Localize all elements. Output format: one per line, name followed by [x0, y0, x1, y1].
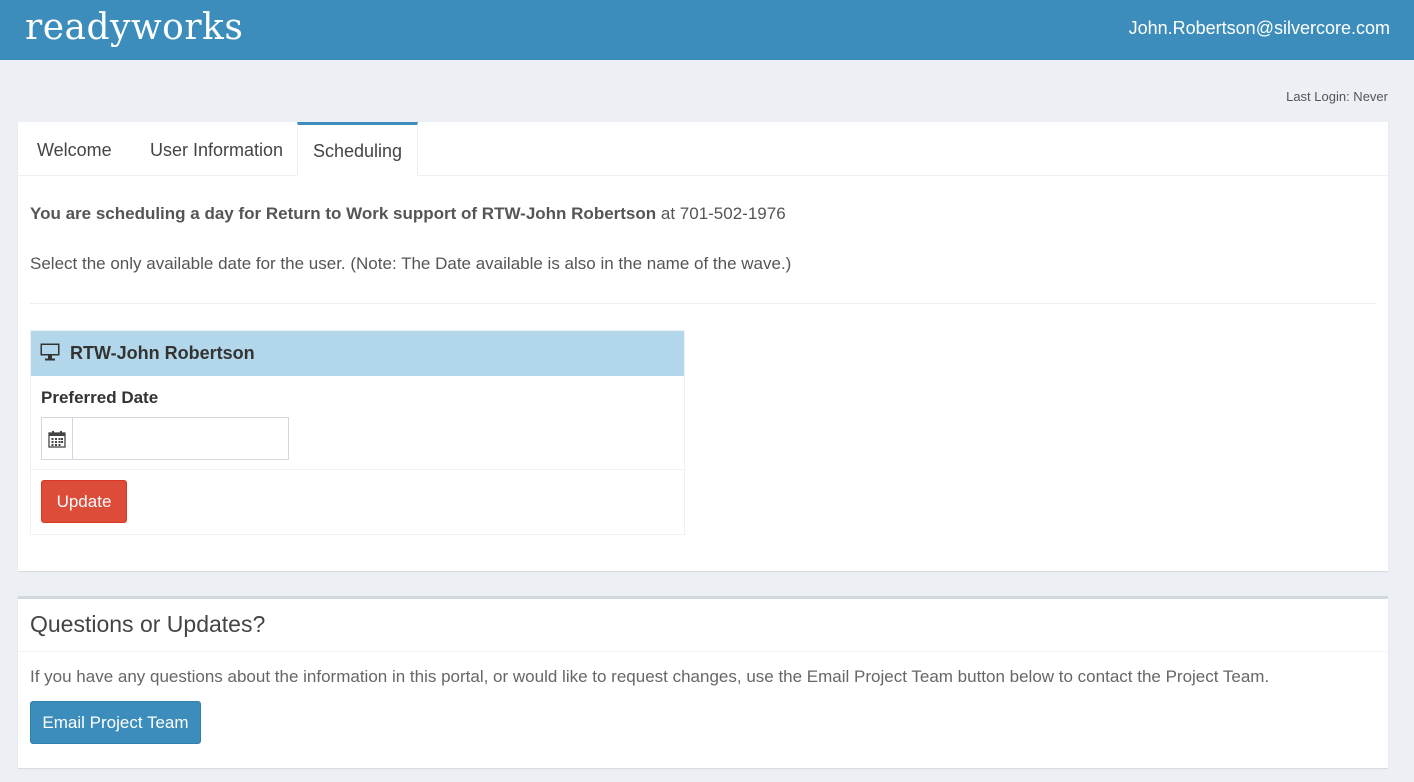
- tab-scheduling[interactable]: Scheduling: [297, 122, 418, 177]
- scheduling-instruction: Select the only available date for the u…: [30, 254, 792, 273]
- panel-separator: [31, 469, 684, 470]
- tab-user-information[interactable]: User Information: [150, 122, 283, 176]
- questions-title: Questions or Updates?: [30, 611, 266, 637]
- scheduling-intro-bold: You are scheduling a day for Return to W…: [30, 204, 657, 223]
- scheduling-intro-phone: at 701-502-1976: [656, 204, 786, 223]
- preferred-date-group: [41, 417, 289, 460]
- tab-bar: Welcome User Information Scheduling: [18, 122, 1388, 177]
- desktop-icon: [40, 343, 60, 361]
- preferred-date-label: Preferred Date: [41, 388, 159, 407]
- calendar-icon[interactable]: [42, 418, 73, 459]
- scheduling-intro: You are scheduling a day for Return to W…: [30, 204, 786, 224]
- email-project-team-button[interactable]: Email Project Team: [30, 701, 201, 744]
- preferred-date-input[interactable]: [73, 418, 288, 459]
- questions-header: Questions or Updates?: [18, 599, 1388, 652]
- tab-panel: Welcome User Information Scheduling You …: [18, 122, 1388, 571]
- questions-box: Questions or Updates? If you have any qu…: [18, 596, 1388, 768]
- divider: [30, 303, 1376, 304]
- readyworks-logo[interactable]: readyworks: [25, 6, 243, 50]
- update-button[interactable]: Update: [41, 480, 127, 523]
- last-login-text: Last Login: Never: [1286, 89, 1388, 104]
- device-header: RTW-John Robertson: [31, 331, 684, 376]
- tab-welcome[interactable]: Welcome: [37, 122, 112, 176]
- device-panel: RTW-John Robertson Preferred Date Update: [30, 330, 685, 535]
- device-name: RTW-John Robertson: [70, 343, 255, 363]
- questions-text: If you have any questions about the info…: [30, 667, 1270, 686]
- top-navbar: readyworks John.Robertson@silvercore.com: [0, 0, 1414, 60]
- user-account-menu[interactable]: John.Robertson@silvercore.com: [1129, 18, 1390, 39]
